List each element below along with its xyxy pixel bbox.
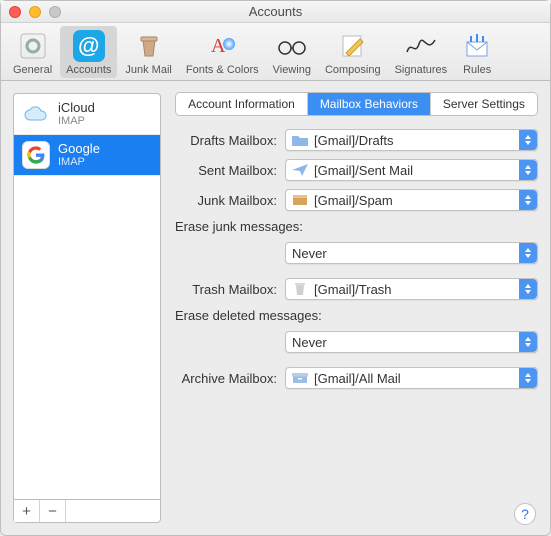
toolbar-item-fonts-colors[interactable]: A Fonts & Colors <box>180 26 265 78</box>
junk-box-icon <box>292 192 308 208</box>
rules-icon <box>461 30 493 62</box>
toolbar-item-accounts[interactable]: @ Accounts <box>60 26 117 78</box>
tab-mailbox-behaviors[interactable]: Mailbox Behaviors <box>308 93 431 115</box>
at-icon: @ <box>73 30 105 62</box>
stepper-arrows-icon <box>519 190 537 210</box>
stepper-arrows-icon <box>519 368 537 388</box>
compose-icon <box>337 30 369 62</box>
archive-box-icon <box>292 370 308 386</box>
account-name: iCloud <box>58 101 95 115</box>
select-value: [Gmail]/Spam <box>314 193 393 208</box>
trash-icon <box>292 281 308 297</box>
sent-mailbox-label: Sent Mailbox: <box>175 163 285 178</box>
account-row-icloud[interactable]: iCloud IMAP <box>14 94 160 135</box>
erase-deleted-label: Erase deleted messages: <box>175 308 538 323</box>
toolbar-label: Rules <box>463 64 491 76</box>
stepper-arrows-icon <box>519 243 537 263</box>
tab-server-settings[interactable]: Server Settings <box>431 93 537 115</box>
toolbar-label: Viewing <box>273 64 311 76</box>
add-account-button[interactable]: + <box>14 500 40 522</box>
titlebar: Accounts <box>1 1 550 23</box>
stepper-arrows-icon <box>519 130 537 150</box>
content-area: iCloud IMAP Google IMAP + − Account Info… <box>1 81 550 535</box>
trash-mailbox-label: Trash Mailbox: <box>175 282 285 297</box>
stepper-arrows-icon <box>519 160 537 180</box>
gear-icon <box>17 30 49 62</box>
toolbar-label: Signatures <box>395 64 448 76</box>
archive-mailbox-select[interactable]: [Gmail]/All Mail <box>285 367 538 389</box>
toolbar-label: Fonts & Colors <box>186 64 259 76</box>
select-value: Never <box>292 246 327 261</box>
glasses-icon <box>276 30 308 62</box>
trash-bin-icon <box>133 30 165 62</box>
toolbar-item-viewing[interactable]: Viewing <box>267 26 317 78</box>
drafts-mailbox-label: Drafts Mailbox: <box>175 133 285 148</box>
toolbar-label: Junk Mail <box>125 64 171 76</box>
accounts-sidebar: iCloud IMAP Google IMAP + − <box>13 93 161 523</box>
select-value: [Gmail]/Trash <box>314 282 392 297</box>
toolbar-item-general[interactable]: General <box>7 26 58 78</box>
folder-icon <box>292 132 308 148</box>
account-type: IMAP <box>58 156 100 168</box>
stepper-arrows-icon <box>519 332 537 352</box>
toolbar-label: Composing <box>325 64 381 76</box>
help-button[interactable]: ? <box>514 503 536 525</box>
trash-mailbox-select[interactable]: [Gmail]/Trash <box>285 278 538 300</box>
account-type: IMAP <box>58 115 95 127</box>
account-tabs: Account Information Mailbox Behaviors Se… <box>176 93 537 115</box>
archive-mailbox-label: Archive Mailbox: <box>175 371 285 386</box>
erase-deleted-select[interactable]: Never <box>285 331 538 353</box>
paper-plane-icon <box>292 162 308 178</box>
toolbar-item-junk-mail[interactable]: Junk Mail <box>119 26 177 78</box>
preferences-toolbar: General @ Accounts Junk Mail A Fonts & C… <box>1 23 550 81</box>
stepper-arrows-icon <box>519 279 537 299</box>
main-pane: Account Information Mailbox Behaviors Se… <box>175 93 538 523</box>
accounts-list-footer: + − <box>13 499 161 523</box>
toolbar-item-composing[interactable]: Composing <box>319 26 387 78</box>
icloud-icon <box>22 100 50 128</box>
erase-junk-label: Erase junk messages: <box>175 219 538 234</box>
remove-account-button[interactable]: − <box>40 500 66 522</box>
tab-account-information[interactable]: Account Information <box>176 93 308 115</box>
account-name: Google <box>58 142 100 156</box>
window-title: Accounts <box>1 4 550 19</box>
toolbar-item-rules[interactable]: Rules <box>455 26 499 78</box>
account-row-google[interactable]: Google IMAP <box>14 135 160 176</box>
select-value: Never <box>292 335 327 350</box>
google-icon <box>22 141 50 169</box>
junk-mailbox-label: Junk Mailbox: <box>175 193 285 208</box>
erase-junk-select[interactable]: Never <box>285 242 538 264</box>
toolbar-label: General <box>13 64 52 76</box>
signature-icon <box>405 30 437 62</box>
drafts-mailbox-select[interactable]: [Gmail]/Drafts <box>285 129 538 151</box>
junk-mailbox-select[interactable]: [Gmail]/Spam <box>285 189 538 211</box>
toolbar-label: Accounts <box>66 64 111 76</box>
select-value: [Gmail]/All Mail <box>314 371 401 386</box>
toolbar-item-signatures[interactable]: Signatures <box>389 26 454 78</box>
sent-mailbox-select[interactable]: [Gmail]/Sent Mail <box>285 159 538 181</box>
select-value: [Gmail]/Sent Mail <box>314 163 413 178</box>
fonts-colors-icon: A <box>206 30 238 62</box>
select-value: [Gmail]/Drafts <box>314 133 393 148</box>
accounts-list[interactable]: iCloud IMAP Google IMAP <box>13 93 161 499</box>
